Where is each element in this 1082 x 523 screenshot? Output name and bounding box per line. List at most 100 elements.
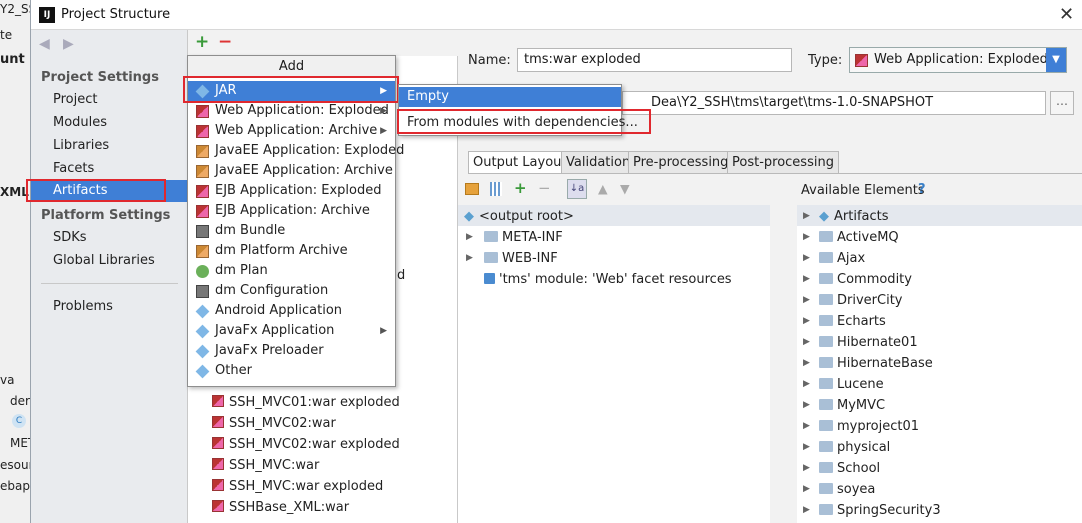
expand-arrow-icon[interactable]: ▶ bbox=[803, 463, 810, 473]
expand-arrow-icon[interactable]: ▶ bbox=[803, 316, 810, 326]
war-icon bbox=[212, 479, 224, 491]
available-element-item[interactable]: Echarts bbox=[819, 314, 886, 329]
menu-item-android-application[interactable]: Android Application bbox=[188, 301, 395, 321]
available-element-item[interactable]: Lucene bbox=[819, 377, 884, 392]
available-element-item[interactable]: MyMVC bbox=[819, 398, 885, 413]
nav-item-problems[interactable]: Problems bbox=[53, 299, 113, 314]
expand-arrow-icon[interactable]: ▶ bbox=[466, 253, 473, 263]
available-element-item[interactable]: DriverCity bbox=[819, 293, 902, 308]
menu-item-web-application-exploded[interactable]: Web Application: Exploded ▶ bbox=[188, 101, 395, 121]
expand-arrow-icon[interactable]: ▶ bbox=[466, 232, 473, 242]
available-element-item[interactable]: Hibernate01 bbox=[819, 335, 918, 350]
expand-arrow-icon[interactable]: ▶ bbox=[803, 442, 810, 452]
available-element-item[interactable]: soyea bbox=[819, 482, 875, 497]
nav-item-modules[interactable]: Modules bbox=[53, 115, 107, 130]
javaee-icon bbox=[196, 145, 209, 158]
available-element-item[interactable]: Ajax bbox=[819, 251, 865, 266]
new-folder-icon[interactable] bbox=[465, 183, 479, 195]
available-element-item[interactable]: physical bbox=[819, 440, 890, 455]
expand-arrow-icon[interactable]: ▶ bbox=[803, 232, 810, 242]
expand-arrow-icon[interactable]: ▶ bbox=[803, 400, 810, 410]
back-arrow-icon[interactable]: ◀ bbox=[39, 36, 50, 52]
menu-item-javafx-application[interactable]: JavaFx Application ▶ bbox=[188, 321, 395, 341]
web-app-icon bbox=[855, 54, 868, 67]
name-input[interactable]: tms:war exploded bbox=[517, 48, 792, 72]
tree-node-web-inf[interactable]: WEB-INF bbox=[484, 251, 558, 266]
tab-post-processing[interactable]: Post-processing bbox=[727, 151, 839, 174]
bg-text: der bbox=[10, 394, 30, 408]
menu-item-dm-configuration[interactable]: dm Configuration bbox=[188, 281, 395, 301]
expand-arrow-icon[interactable]: ▶ bbox=[803, 484, 810, 494]
nav-item-project[interactable]: Project bbox=[53, 92, 97, 107]
expand-arrow-icon[interactable]: ▶ bbox=[803, 337, 810, 347]
nav-item-libraries[interactable]: Libraries bbox=[53, 138, 109, 153]
browse-button[interactable]: ... bbox=[1050, 91, 1074, 115]
menu-item-javaee-application-exploded[interactable]: JavaEE Application: Exploded bbox=[188, 141, 404, 161]
sort-icon[interactable]: ↓a bbox=[567, 179, 587, 199]
add-element-icon[interactable]: + bbox=[514, 179, 527, 197]
available-element-item[interactable]: ActiveMQ bbox=[819, 230, 899, 245]
menu-item-dm-plan[interactable]: dm Plan bbox=[188, 261, 395, 281]
available-element-item[interactable]: SpringSecurity3 bbox=[819, 503, 941, 518]
nav-item-facets[interactable]: Facets bbox=[53, 161, 94, 176]
menu-item-javafx-preloader[interactable]: JavaFx Preloader bbox=[188, 341, 395, 361]
expand-arrow-icon[interactable]: ▶ bbox=[803, 358, 810, 368]
artifact-item[interactable]: SSH_MVC02:war bbox=[212, 416, 336, 431]
remove-element-icon[interactable]: − bbox=[538, 179, 551, 197]
highlight-box-jar bbox=[183, 76, 399, 103]
add-artifact-icon[interactable]: + bbox=[195, 32, 209, 52]
remove-artifact-icon[interactable]: − bbox=[218, 32, 232, 52]
expand-arrow-icon[interactable]: ▶ bbox=[803, 211, 810, 221]
move-down-icon[interactable]: ▼ bbox=[620, 181, 630, 196]
close-icon[interactable]: ✕ bbox=[1059, 4, 1074, 25]
expand-arrow-icon[interactable]: ▶ bbox=[803, 274, 810, 284]
available-element-item[interactable]: myproject01 bbox=[819, 419, 919, 434]
nav-item-sdks[interactable]: SDKs bbox=[53, 230, 87, 245]
artifact-item[interactable]: SSHBase_XML:war bbox=[212, 500, 349, 515]
module-folder-icon bbox=[819, 357, 833, 368]
menu-item-label: Web Application: Archive bbox=[215, 123, 378, 138]
available-element-item[interactable]: HibernateBase bbox=[819, 356, 933, 371]
move-up-icon[interactable]: ▲ bbox=[598, 181, 608, 196]
tab-output-layout[interactable]: Output Layout bbox=[468, 151, 572, 174]
node-label: 'tms' module: 'Web' facet resources bbox=[499, 272, 732, 287]
menu-item-ejb-application-archive[interactable]: EJB Application: Archive bbox=[188, 201, 395, 221]
artifact-item[interactable]: SSH_MVC02:war exploded bbox=[212, 437, 400, 452]
forward-arrow-icon[interactable]: ▶ bbox=[63, 36, 74, 52]
expand-arrow-icon[interactable]: ▶ bbox=[803, 505, 810, 515]
expand-arrow-icon[interactable]: ▶ bbox=[803, 253, 810, 263]
available-element-item[interactable]: ◆ Artifacts bbox=[819, 209, 889, 224]
tree-node-facet-resources[interactable]: 'tms' module: 'Web' facet resources bbox=[484, 272, 732, 287]
menu-item-javaee-application-archive[interactable]: JavaEE Application: Archive bbox=[188, 161, 395, 181]
available-element-item[interactable]: School bbox=[819, 461, 880, 476]
tab-pre-processing[interactable]: Pre-processing bbox=[628, 151, 734, 174]
expand-arrow-icon[interactable]: ▶ bbox=[803, 295, 810, 305]
menu-item-dm-platform-archive[interactable]: dm Platform Archive bbox=[188, 241, 395, 261]
tree-node-output-root[interactable]: ◆ <output root> bbox=[464, 209, 574, 224]
artifact-item[interactable]: SSH_MVC:war bbox=[212, 458, 319, 473]
output-directory-input[interactable]: Dea\Y2_SSH\tms\target\tms-1.0-SNAPSHOT bbox=[622, 91, 1046, 115]
dm-plan-icon bbox=[196, 265, 209, 278]
artifact-item-partial[interactable]: d bbox=[397, 268, 405, 283]
expand-arrow-icon[interactable]: ▶ bbox=[803, 421, 810, 431]
menu-item-web-application-archive[interactable]: Web Application: Archive ▶ bbox=[188, 121, 395, 141]
tree-node-meta-inf[interactable]: META-INF bbox=[484, 230, 563, 245]
menu-item-dm-bundle[interactable]: dm Bundle bbox=[188, 221, 395, 241]
menu-item-empty[interactable]: Empty bbox=[399, 87, 621, 107]
type-select[interactable]: Web Application: Exploded ▼ bbox=[849, 47, 1067, 73]
available-element-item[interactable]: Commodity bbox=[819, 272, 912, 287]
expand-arrow-icon[interactable]: ▶ bbox=[803, 379, 810, 389]
module-folder-icon bbox=[819, 420, 833, 431]
ejb-icon bbox=[196, 205, 209, 218]
artifact-item[interactable]: SSH_MVC:war exploded bbox=[212, 479, 383, 494]
tab-validation[interactable]: Validation bbox=[561, 151, 636, 174]
artifact-item[interactable]: SSH_MVC01:war exploded bbox=[212, 395, 400, 410]
menu-item-ejb-application-exploded[interactable]: EJB Application: Exploded bbox=[188, 181, 395, 201]
bg-text: te bbox=[0, 28, 13, 42]
menu-item-other[interactable]: Other bbox=[188, 361, 395, 381]
nav-item-global-libraries[interactable]: Global Libraries bbox=[53, 253, 155, 268]
archive-icon[interactable] bbox=[490, 182, 502, 196]
javafx-icon bbox=[195, 324, 210, 339]
help-icon[interactable]: ? bbox=[918, 182, 926, 197]
submenu-arrow-icon: ▶ bbox=[380, 106, 387, 116]
